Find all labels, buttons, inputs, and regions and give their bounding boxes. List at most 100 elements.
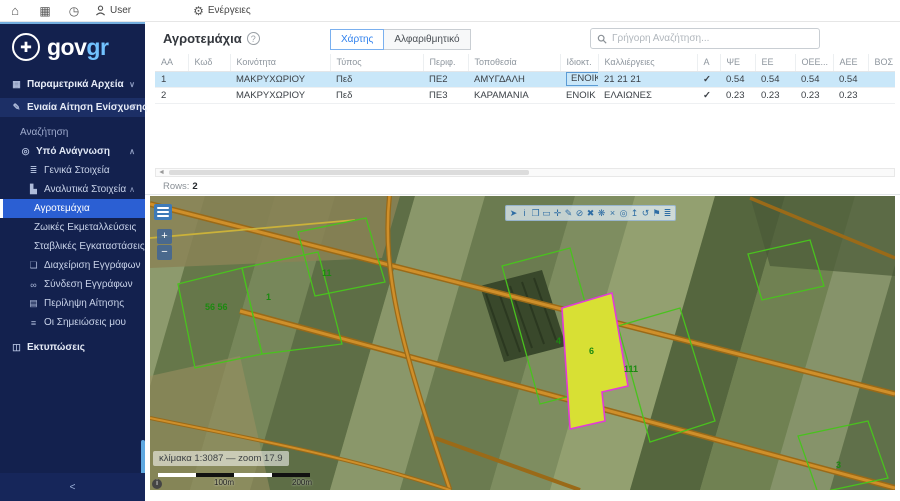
table-row[interactable]: 1 ΜΑΚΡΥΧΩΡΙΟΥ Πεδ ΠΕ2 ΑΜΥΓΔΑΛΗ ΕΝΟΙΚ 21 …	[155, 71, 895, 87]
sidebar-item-ektyposeis[interactable]: ◫ Εκτυπώσεις	[0, 338, 145, 357]
sidebar-item-ypo-anagnosi[interactable]: ◎ Υπό Ανάγνωση ∧	[0, 142, 145, 161]
scroll-left-icon[interactable]: ◄	[156, 169, 167, 176]
col-idiokt[interactable]: Ιδιοκτ.	[560, 54, 598, 71]
sidebar-item-analytika-stoixeia[interactable]: ▙ Αναλυτικά Στοιχεία ∧	[0, 180, 145, 199]
col-koinotita[interactable]: Κοινότητα	[230, 54, 330, 71]
sidebar-item-anazitisi[interactable]: Αναζήτηση	[0, 123, 145, 142]
layers-icon[interactable]: ≣	[662, 206, 673, 220]
pencil-icon[interactable]: ✎	[563, 206, 574, 220]
target-icon[interactable]: ◎	[618, 206, 629, 220]
map-toolbar: ➤ i ❐ ▭ ✛ ✎ ⊘ ✖ ❋ × ◎ ↥ ↺ ⚑ ≣	[505, 205, 676, 221]
col-topothesia[interactable]: Τοποθεσία	[468, 54, 560, 71]
owner-cell-focused[interactable]: ΕΝΟΙΚ	[566, 72, 598, 86]
table-row[interactable]: 2 ΜΑΚΡΥΧΩΡΙΟΥ Πεδ ΠΕ3 ΚΑΡΑΜΑΝΙΑ ΕΝΟΙΚ ΕΛ…	[155, 87, 895, 103]
map-canvas[interactable]: 56 56 1 11 4 6 111 3 + − ➤ i ❐ ▭ ✛ ✎ ⊘ ✖	[150, 196, 895, 490]
parcel-label: 111	[624, 364, 638, 374]
printer-icon: ◫	[10, 342, 23, 353]
home-icon[interactable]: ⌂	[8, 0, 22, 22]
upload-icon[interactable]: ↥	[629, 206, 640, 220]
hand-pointer-icon[interactable]: ➤	[508, 206, 519, 220]
sidebar-item-genika-stoixeia[interactable]: ≣ Γενικά Στοιχεία	[0, 161, 145, 180]
parcel-label: 56 56	[205, 302, 228, 312]
scale-label-200m: 200m	[292, 478, 312, 487]
col-ee[interactable]: ΕΕ	[755, 54, 795, 71]
scrollbar-thumb[interactable]	[169, 170, 529, 175]
scale-label-100m: 100m	[214, 478, 234, 487]
table-horizontal-scrollbar[interactable]: ◄	[155, 168, 895, 177]
sidebar-item-agrotemaxia[interactable]: Αγροτεμάχια	[0, 199, 145, 218]
map-zoom-control: + −	[157, 229, 172, 260]
close-icon[interactable]: ×	[607, 206, 618, 220]
grid-icon: ▦	[10, 79, 23, 90]
actions-menu[interactable]: ⚙ Ενέργειες	[193, 4, 251, 18]
view-toggle: Χάρτης Αλφαριθμητικό	[330, 29, 471, 50]
logo-gov: gov	[47, 34, 86, 60]
sidebar-item-zoikes-ekmetalleuseis[interactable]: Ζωικές Εκμεταλλεύσεις	[0, 218, 145, 237]
satellite-imagery: 56 56 1 11 4 6 111 3	[150, 196, 895, 490]
map-scale-bar	[158, 473, 310, 477]
user-menu[interactable]: User	[95, 5, 131, 16]
sidebar-item-stavlikes-egkatastaseis[interactable]: Σταβλικές Εγκαταστάσεις	[0, 237, 145, 256]
map-view-button[interactable]: Χάρτης	[330, 29, 384, 50]
attribution-icon[interactable]: i	[152, 479, 162, 489]
parcel-label: 11	[322, 268, 332, 278]
history-icon[interactable]: ◷	[67, 0, 81, 22]
main-content: Αγροτεμάχια ? Χάρτης Αλφαριθμητικό ΑΑ Κω…	[145, 22, 900, 501]
table-icon: ▤	[27, 298, 40, 309]
col-vos[interactable]: ΒΟΣ	[868, 54, 895, 71]
search-icon	[597, 34, 607, 44]
undo-icon[interactable]: ↺	[640, 206, 651, 220]
gear-icon: ⚙	[193, 4, 204, 18]
col-oee[interactable]: ΟΕΕ...	[795, 54, 833, 71]
info-icon[interactable]: i	[519, 206, 530, 220]
edit-icon: ✎	[10, 102, 23, 113]
spray-icon[interactable]: ❋	[596, 206, 607, 220]
select-rectangle-icon[interactable]: ▭	[541, 206, 552, 220]
delete-icon[interactable]: ✖	[585, 206, 596, 220]
pan-icon[interactable]: ✛	[552, 206, 563, 220]
check-icon: ✓	[697, 71, 720, 87]
chevron-up-icon: ∧	[129, 185, 135, 194]
eraser-icon[interactable]: ⊘	[574, 206, 585, 220]
col-typos[interactable]: Τύπος	[330, 54, 423, 71]
help-icon[interactable]: ?	[247, 32, 260, 45]
col-aa[interactable]: ΑΑ	[155, 54, 188, 71]
zoom-out-button[interactable]: −	[157, 245, 172, 260]
bar-chart-icon: ▙	[27, 184, 40, 195]
col-kalliergeies[interactable]: Καλλιέργειες	[598, 54, 697, 71]
parcel-label: 6	[589, 346, 594, 356]
parcel-label: 1	[266, 292, 271, 302]
map-layers-menu-button[interactable]	[154, 204, 172, 220]
list-icon: ≣	[27, 165, 40, 176]
document-icon: ❏	[27, 260, 40, 271]
pin-icon[interactable]: ⚑	[651, 206, 662, 220]
col-kod[interactable]: Κωδ	[188, 54, 230, 71]
actions-label: Ενέργειες	[208, 5, 251, 16]
rows-count: Rows:2	[163, 181, 198, 192]
col-perif[interactable]: Περιφ.	[423, 54, 468, 71]
govgr-logo: ✚ govgr	[0, 22, 145, 69]
sidebar-item-parametrika-arxeia[interactable]: ▦ Παραμετρικά Αρχεία ∨	[0, 75, 145, 94]
notes-icon: ≡	[27, 318, 40, 328]
copy-icon[interactable]: ❐	[530, 206, 541, 220]
alphanumeric-view-button[interactable]: Αλφαριθμητικό	[384, 29, 470, 50]
sidebar-collapse-button[interactable]: <	[0, 473, 145, 501]
parcels-table: ΑΑ Κωδ Κοινότητα Τύπος Περιφ. Τοποθεσία …	[155, 54, 895, 104]
sidebar-accent-line	[0, 22, 145, 24]
quick-search	[590, 28, 820, 49]
col-a[interactable]: Α	[697, 54, 720, 71]
sidebar-item-oi-simeioseis-mou[interactable]: ≡ Οι Σημειώσεις μου	[0, 313, 145, 332]
search-input[interactable]	[612, 33, 813, 44]
parcel-label: 4	[556, 336, 561, 346]
col-pse[interactable]: ΨΕ	[720, 54, 755, 71]
sidebar-item-syndesi-eggrafon[interactable]: ∞ Σύνδεση Εγγράφων	[0, 275, 145, 294]
apps-grid-icon[interactable]: ▦	[38, 0, 52, 22]
zoom-in-button[interactable]: +	[157, 229, 172, 244]
greek-emblem-icon: ✚	[12, 33, 40, 61]
sidebar-item-perilipsi-aitisis[interactable]: ▤ Περίληψη Αίτησης	[0, 294, 145, 313]
sidebar-menu: ▦ Παραμετρικά Αρχεία ∨ ✎ Ενιαία Αίτηση Ε…	[0, 75, 145, 357]
sidebar-item-eniaia-aitisi[interactable]: ✎ Ενιαία Αίτηση Ενίσχυσης ∧	[0, 98, 145, 117]
col-aee[interactable]: ΑΕΕ	[833, 54, 868, 71]
sidebar: ✚ govgr ▦ Παραμετρικά Αρχεία ∨ ✎ Ενιαία …	[0, 22, 145, 501]
sidebar-item-diaxeirisi-eggrafon[interactable]: ❏ Διαχείριση Εγγράφων	[0, 256, 145, 275]
